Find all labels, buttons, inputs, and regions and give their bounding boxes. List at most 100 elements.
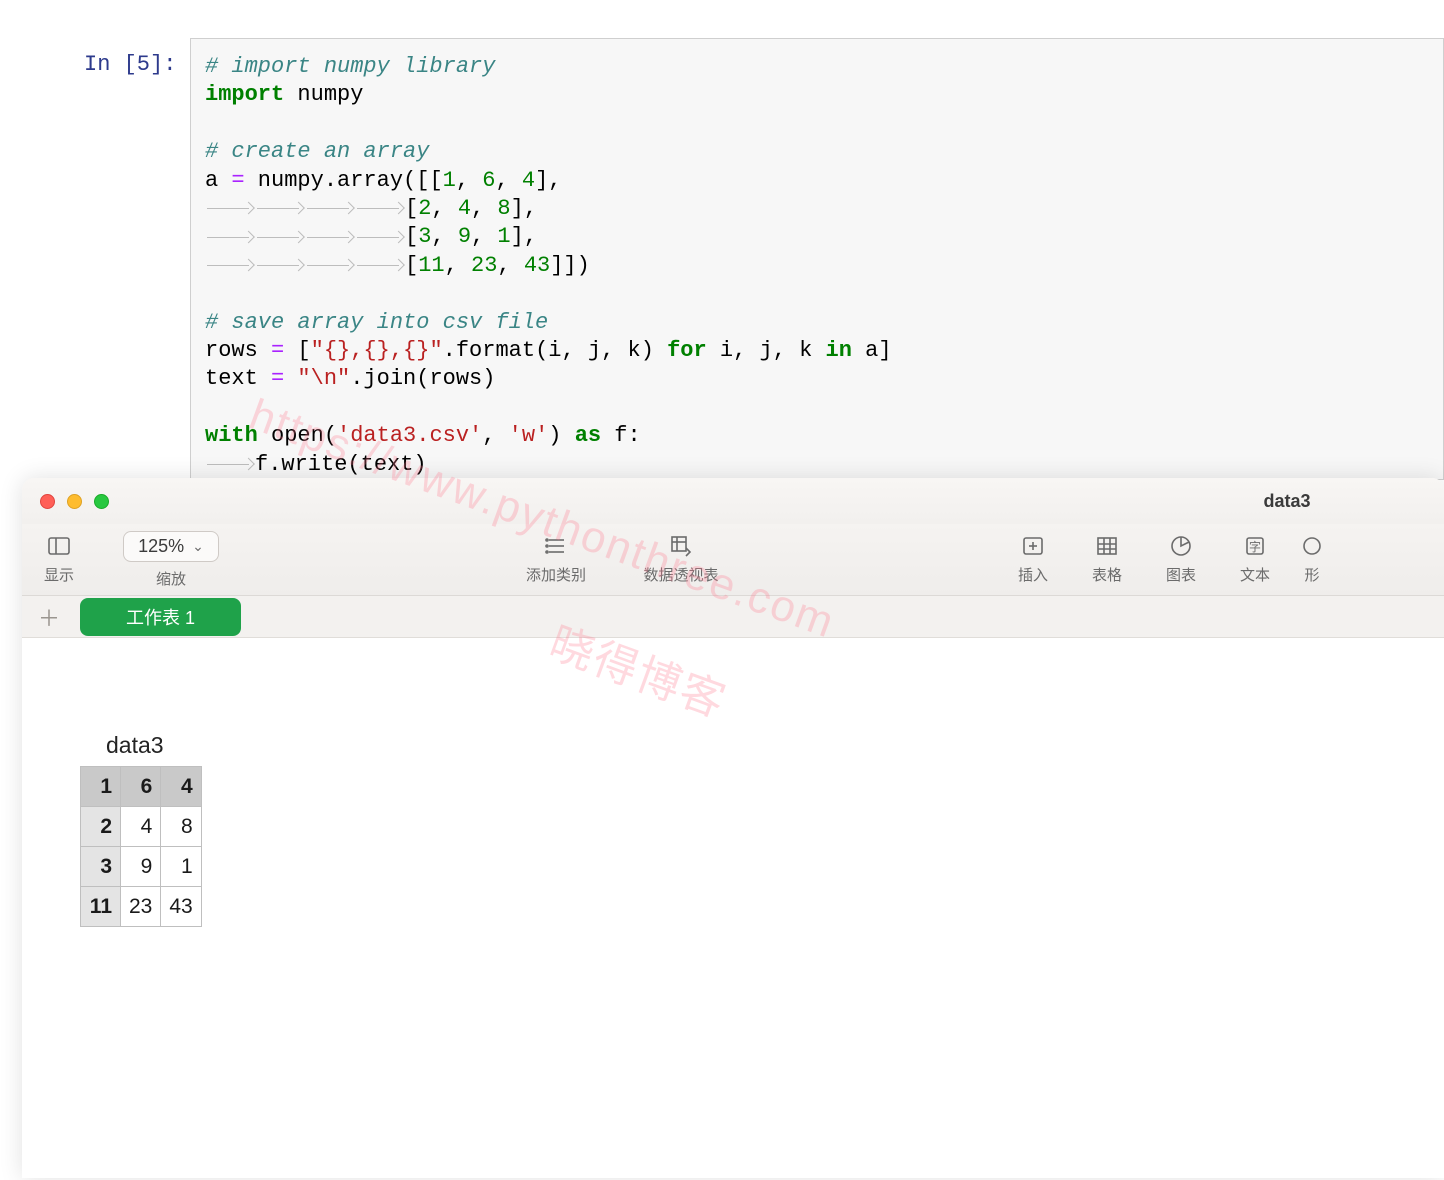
code-string: "\n"	[297, 366, 350, 391]
code-punct: ],	[511, 224, 537, 249]
indent-guide-icon	[205, 459, 255, 469]
code-keyword: in	[826, 338, 852, 363]
code-num: 9	[458, 224, 471, 249]
table-cell[interactable]: 2	[81, 807, 121, 847]
code-num: 11	[418, 253, 444, 278]
code-punct: ]])	[550, 253, 590, 278]
code-punct: [	[405, 224, 418, 249]
code-num: 4	[522, 168, 535, 193]
indent-guide-icon	[305, 203, 355, 213]
sheet-tabs: ＋ 工作表 1	[22, 596, 1444, 638]
code-comment: # import numpy library	[205, 54, 495, 79]
table-cell[interactable]: 8	[161, 807, 201, 847]
insert-icon	[1021, 534, 1045, 558]
code-string: 'w'	[509, 423, 549, 448]
indent-guide-icon	[305, 260, 355, 270]
table-row[interactable]: 3 9 1	[81, 847, 202, 887]
traffic-lights	[40, 494, 109, 509]
code-num: 1	[443, 168, 456, 193]
list-icon	[544, 534, 568, 558]
code-editor[interactable]: # import numpy library import numpy # cr…	[190, 38, 1444, 480]
code-ident: a	[205, 168, 231, 193]
indent-guide-icon	[255, 203, 305, 213]
code-ident: f.write(text)	[255, 452, 427, 477]
code-ident: .format(i, j, k)	[443, 338, 667, 363]
pie-chart-icon	[1169, 534, 1193, 558]
code-comment: # save array into csv file	[205, 310, 548, 335]
add-sheet-button[interactable]: ＋	[28, 601, 70, 633]
chart-tool[interactable]: 图表	[1144, 534, 1218, 585]
zoom-dropdown[interactable]: 125% ⌄	[123, 531, 219, 562]
indent-guide-icon	[205, 260, 255, 270]
code-ident: text	[205, 366, 271, 391]
code-num: 4	[458, 196, 471, 221]
tool-label: 图表	[1166, 564, 1196, 585]
code-num: 2	[418, 196, 431, 221]
window-titlebar: data3	[22, 478, 1444, 524]
sidebar-icon	[47, 534, 71, 558]
table-cell[interactable]: 4	[161, 767, 201, 807]
code-num: 23	[471, 253, 497, 278]
code-ident: f:	[601, 423, 641, 448]
table-cell[interactable]: 6	[121, 767, 161, 807]
minimize-icon[interactable]	[67, 494, 82, 509]
insert-tool[interactable]: 插入	[996, 534, 1070, 585]
sheet-tab[interactable]: 工作表 1	[80, 598, 241, 636]
table-cell[interactable]: 43	[161, 887, 201, 927]
indent-guide-icon	[305, 232, 355, 242]
zoom-value: 125%	[138, 536, 184, 557]
table-row[interactable]: 2 4 8	[81, 807, 202, 847]
table-tool[interactable]: 表格	[1070, 534, 1144, 585]
text-tool[interactable]: 字 文本	[1218, 534, 1292, 585]
code-keyword: as	[575, 423, 601, 448]
table-cell[interactable]: 23	[121, 887, 161, 927]
svg-text:字: 字	[1249, 539, 1261, 554]
shape-icon	[1300, 534, 1324, 558]
indent-guide-icon	[255, 232, 305, 242]
zoom-tool[interactable]: 125% ⌄ 缩放	[96, 531, 246, 589]
code-keyword: import	[205, 82, 284, 107]
chevron-down-icon: ⌄	[192, 538, 204, 555]
tool-label: 数据透视表	[643, 564, 718, 585]
code-comment: # create an array	[205, 139, 429, 164]
cell-prompt: In [5]:	[84, 52, 176, 77]
code-ident: open(	[258, 423, 337, 448]
shape-tool[interactable]: 形	[1292, 534, 1332, 585]
table-cell[interactable]: 11	[81, 887, 121, 927]
table-row[interactable]: 1 6 4	[81, 767, 202, 807]
table-cell[interactable]: 4	[121, 807, 161, 847]
tool-label: 缩放	[156, 568, 186, 589]
add-category-tool[interactable]: 添加类别	[496, 534, 616, 585]
spreadsheet-window: data3 显示 125% ⌄ 缩放 添加类别 数据透视	[22, 478, 1444, 1178]
close-icon[interactable]	[40, 494, 55, 509]
fullscreen-icon[interactable]	[94, 494, 109, 509]
indent-guide-icon	[255, 260, 305, 270]
code-ident: numpy.array([[	[245, 168, 443, 193]
pivot-tool[interactable]: 数据透视表	[616, 534, 746, 585]
table-row[interactable]: 11 23 43	[81, 887, 202, 927]
code-ident: .join(rows)	[350, 366, 495, 391]
indent-guide-icon	[355, 232, 405, 242]
code-num: 6	[482, 168, 495, 193]
code-punct: [	[405, 253, 418, 278]
code-string: "{},{},{}"	[311, 338, 443, 363]
toolbar: 显示 125% ⌄ 缩放 添加类别 数据透视表	[22, 524, 1444, 596]
code-keyword: for	[667, 338, 707, 363]
sheet-canvas[interactable]: data3 1 6 4 2 4 8 3 9 1 11 23 43	[22, 638, 1444, 1178]
pivot-icon	[669, 534, 693, 558]
code-punct: ],	[511, 196, 537, 221]
table-title: data3	[106, 732, 164, 759]
tool-label: 添加类别	[526, 564, 586, 585]
tool-label: 显示	[44, 564, 74, 585]
code-ident: i, j, k	[707, 338, 826, 363]
code-punct: ],	[535, 168, 561, 193]
code-num: 3	[418, 224, 431, 249]
table-cell[interactable]: 1	[81, 767, 121, 807]
table-cell[interactable]: 9	[121, 847, 161, 887]
view-tool[interactable]: 显示	[22, 534, 96, 585]
data-table[interactable]: 1 6 4 2 4 8 3 9 1 11 23 43	[80, 766, 202, 927]
table-cell[interactable]: 1	[161, 847, 201, 887]
table-cell[interactable]: 3	[81, 847, 121, 887]
jupyter-cell: In [5]: # import numpy library import nu…	[0, 0, 1444, 480]
indent-guide-icon	[355, 260, 405, 270]
